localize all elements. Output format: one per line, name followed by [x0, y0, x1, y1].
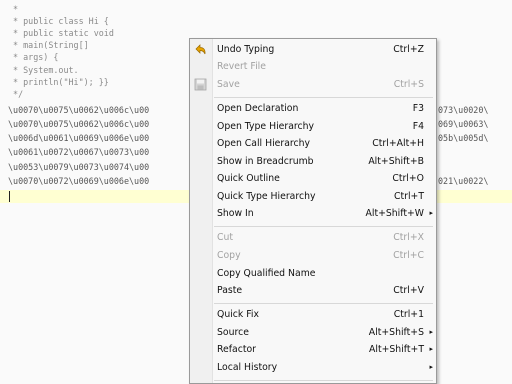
- code-line: \u0053\u0079\u0073\u0074\u00: [8, 162, 150, 172]
- code-line: * args) {: [8, 52, 59, 62]
- code-line-fragment: 021\u0022\: [438, 176, 489, 186]
- menu-separator: [214, 303, 433, 304]
- menu-item-undo-typing[interactable]: Undo Typing Ctrl+Z: [190, 41, 436, 58]
- menu-separator: [214, 226, 433, 227]
- code-line: \u0070\u0075\u0062\u006c\u00: [8, 119, 150, 129]
- menu-item-quick-outline[interactable]: Quick Outline Ctrl+O: [190, 170, 436, 187]
- menu-item-quick-fix[interactable]: Quick Fix Ctrl+1: [190, 306, 436, 323]
- menu-separator: [214, 97, 433, 98]
- menu-item-quick-type-hierarchy[interactable]: Quick Type Hierarchy Ctrl+T: [190, 188, 436, 205]
- menu-item-open-call-hierarchy[interactable]: Open Call Hierarchy Ctrl+Alt+H: [190, 135, 436, 152]
- code-line: \u0070\u0072\u0069\u006e\u00: [8, 176, 150, 186]
- menu-item-save[interactable]: Save Ctrl+S: [190, 76, 436, 93]
- submenu-arrow-icon: ▸: [429, 363, 433, 371]
- save-icon: [194, 78, 207, 91]
- undo-icon: [194, 43, 207, 56]
- menu-separator: [214, 380, 433, 381]
- code-line: \u006d\u0061\u0069\u006e\u00: [8, 133, 150, 143]
- menu-item-revert-file[interactable]: Revert File: [190, 58, 436, 75]
- submenu-arrow-icon: ▸: [429, 328, 433, 336]
- menu-item-show-in[interactable]: Show In Alt+Shift+W ▸: [190, 205, 436, 222]
- code-line-fragment: 073\u0020\: [438, 105, 489, 115]
- menu-item-local-history[interactable]: Local History ▸: [190, 359, 436, 376]
- submenu-arrow-icon: ▸: [429, 209, 433, 217]
- menu-item-open-type-hierarchy[interactable]: Open Type Hierarchy F4: [190, 118, 436, 135]
- menu-item-show-in-breadcrumb[interactable]: Show in Breadcrumb Alt+Shift+B: [190, 153, 436, 170]
- menu-item-paste[interactable]: Paste Ctrl+V: [190, 282, 436, 299]
- code-line-fragment: 05b\u005d\: [438, 133, 489, 143]
- menu-item-open-declaration[interactable]: Open Declaration F3: [190, 100, 436, 117]
- code-line: \u0061\u0072\u0067\u0073\u00: [8, 147, 150, 157]
- editor-context-menu[interactable]: Undo Typing Ctrl+Z Revert File Save Ctrl…: [189, 38, 437, 384]
- code-line: */: [8, 89, 24, 99]
- code-line: \u0070\u0075\u0062\u006c\u00: [8, 105, 150, 115]
- menu-item-copy[interactable]: Copy Ctrl+C: [190, 247, 436, 264]
- menu-item-source[interactable]: Source Alt+Shift+S ▸: [190, 324, 436, 341]
- submenu-arrow-icon: ▸: [429, 345, 433, 353]
- menu-item-copy-qualified-name[interactable]: Copy Qualified Name: [190, 265, 436, 282]
- menu-item-cut[interactable]: Cut Ctrl+X: [190, 229, 436, 246]
- text-caret: [9, 191, 10, 202]
- menu-item-refactor[interactable]: Refactor Alt+Shift+T ▸: [190, 341, 436, 358]
- code-line-fragment: 069\u0063\: [438, 119, 489, 129]
